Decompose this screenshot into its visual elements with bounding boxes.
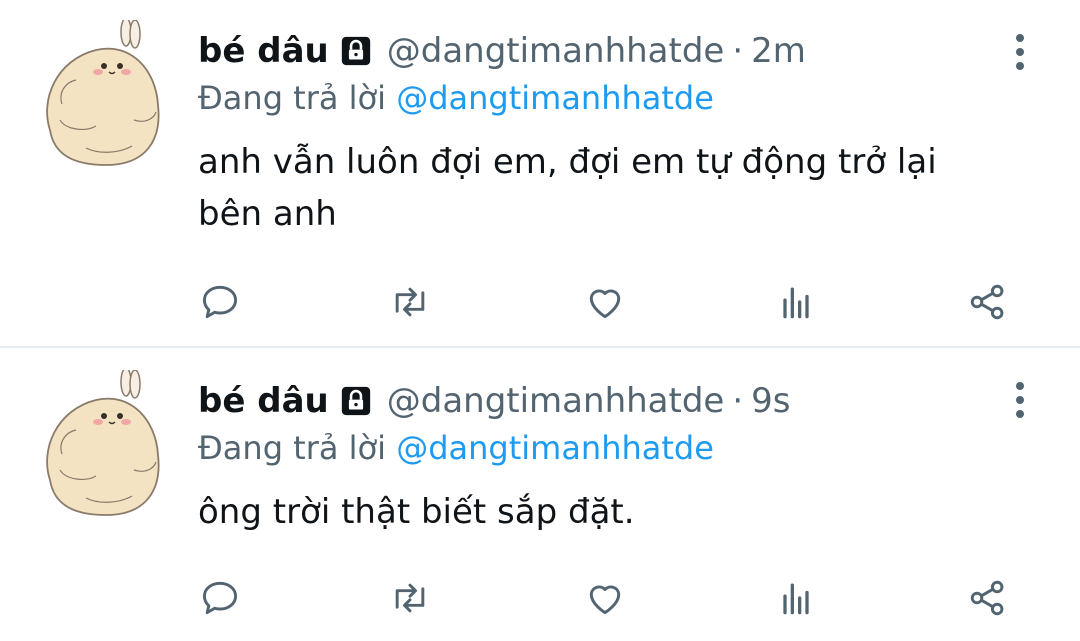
reply-context: Đang trả lời @dangtimanhhatde <box>198 76 1040 120</box>
separator: · <box>732 31 744 71</box>
tweet-text: ông trời thật biết sắp đặt. <box>198 492 635 532</box>
reply-prefix: Đang trả lời <box>198 79 387 117</box>
display-name[interactable]: bé dâu <box>198 28 329 74</box>
lock-icon <box>339 384 373 418</box>
tweet-content: bé dâu @dangtimanhhatde · 2m Đang trả lờ… <box>198 28 1040 240</box>
timestamp[interactable]: 9s <box>751 378 790 424</box>
reply-icon[interactable] <box>198 280 242 324</box>
like-icon[interactable] <box>583 576 627 620</box>
lock-icon <box>339 34 373 68</box>
display-name[interactable]: bé dâu <box>198 378 329 424</box>
handle[interactable]: @dangtimanhhatde <box>387 378 725 424</box>
retweet-icon[interactable] <box>388 280 432 324</box>
reply-prefix: Đang trả lời <box>198 429 387 467</box>
more-icon[interactable] <box>1010 380 1030 420</box>
tweet-text: anh vẫn luôn đợi em, đợi em tự động trở … <box>198 142 937 234</box>
more-icon[interactable] <box>1010 32 1030 72</box>
reply-icon[interactable] <box>198 576 242 620</box>
analytics-icon[interactable] <box>774 576 818 620</box>
tweet[interactable]: bé dâu @dangtimanhhatde · 9s Đang trả lờ… <box>0 346 1080 641</box>
share-icon[interactable] <box>966 576 1010 620</box>
analytics-icon[interactable] <box>774 280 818 324</box>
timestamp[interactable]: 2m <box>751 28 806 74</box>
avatar[interactable] <box>36 367 166 520</box>
reply-context: Đang trả lời @dangtimanhhatde <box>198 426 1040 470</box>
avatar[interactable] <box>36 17 166 170</box>
tweet-header: bé dâu @dangtimanhhatde · 9s <box>198 378 1040 424</box>
tweet[interactable]: bé dâu @dangtimanhhatde · 2m Đang trả lờ… <box>0 0 1080 346</box>
tweet-actions <box>198 576 1018 620</box>
tweet-actions <box>198 280 1018 324</box>
like-icon[interactable] <box>583 280 627 324</box>
reply-mention-link[interactable]: @dangtimanhhatde <box>396 79 714 117</box>
handle[interactable]: @dangtimanhhatde <box>387 28 725 74</box>
tweet-content: bé dâu @dangtimanhhatde · 9s Đang trả lờ… <box>198 378 1040 538</box>
tweet-header: bé dâu @dangtimanhhatde · 2m <box>198 28 1040 74</box>
separator: · <box>732 381 744 421</box>
reply-mention-link[interactable]: @dangtimanhhatde <box>396 429 714 467</box>
retweet-icon[interactable] <box>388 576 432 620</box>
share-icon[interactable] <box>966 280 1010 324</box>
